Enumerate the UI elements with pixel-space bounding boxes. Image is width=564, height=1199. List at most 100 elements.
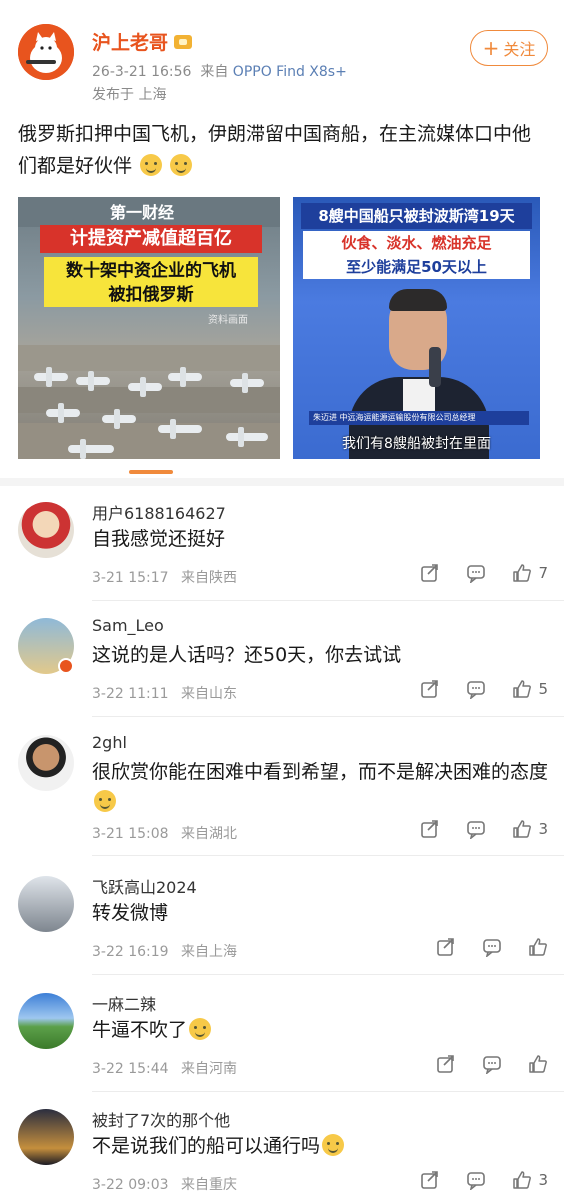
thumbs-up-icon <box>529 1055 547 1073</box>
comment-icon[interactable] <box>466 679 486 699</box>
share-icon[interactable] <box>436 937 456 957</box>
comment-actions: 3 <box>420 1170 548 1190</box>
comment-text: 这说的是人话吗？还50天，你去试试 <box>92 644 402 666</box>
image-headline: 数十架中资企业的飞机 被扣俄罗斯 <box>44 257 258 307</box>
comment-icon[interactable] <box>482 1054 502 1074</box>
image-headline-line1: 数十架中资企业的飞机 <box>66 261 236 281</box>
comment-item[interactable]: 被封了7次的那个他 不是说我们的船可以通行吗 3-22 09:03 来自重庆 3 <box>0 1101 564 1199</box>
author-avatar[interactable] <box>18 24 74 80</box>
comment-meta: 3-22 16:19 来自上海 <box>92 941 237 961</box>
like-count: 3 <box>538 1171 548 1189</box>
like-button[interactable]: 7 <box>512 563 548 583</box>
airplane <box>46 403 80 423</box>
airplane <box>34 367 68 387</box>
comment-actions <box>436 937 548 957</box>
comment-item[interactable]: 飞跃高山2024 转发微博 3-22 16:19 来自上海 <box>0 868 564 984</box>
post-time: 26-3-21 16:56 <box>92 64 192 80</box>
comment-item[interactable]: Sam_Leo 这说的是人话吗？还50天，你去试试 3-22 11:11 来自山东 5 <box>0 610 564 726</box>
laugh-emoji-icon <box>189 1018 212 1040</box>
airplane <box>158 419 202 439</box>
comment-meta: 3-22 11:11 来自山东 <box>92 683 237 703</box>
comment-icon[interactable] <box>466 819 486 839</box>
comment-time: 3-21 15:08 <box>92 826 169 842</box>
image-pager-indicator <box>129 470 173 474</box>
share-icon[interactable] <box>436 1054 456 1074</box>
like-button[interactable]: 3 <box>512 1170 548 1190</box>
comment-icon[interactable] <box>482 937 502 957</box>
comment-icon[interactable] <box>466 563 486 583</box>
commenter-avatar[interactable] <box>18 735 74 791</box>
author-name[interactable]: 沪上老哥 <box>92 28 193 55</box>
image2-subtitle: 我们有8艘船被封在里面 <box>342 436 491 452</box>
follow-label: 关注 <box>503 40 536 59</box>
like-button[interactable]: 5 <box>512 679 548 699</box>
thumbs-up-icon <box>513 1171 532 1189</box>
commenter-avatar[interactable] <box>18 502 74 558</box>
laugh-emoji-icon <box>94 790 116 812</box>
commenter-avatar[interactable] <box>18 993 74 1049</box>
comment-time: 3-22 09:03 <box>92 1177 169 1193</box>
comment-item[interactable]: 2ghl 很欣赏你能在困难中看到希望，而不是解决困难的态度 3-21 15:08 来… <box>0 727 564 856</box>
comment-divider <box>92 600 564 601</box>
share-icon[interactable] <box>420 563 440 583</box>
like-count: 3 <box>538 820 548 838</box>
shrug-emoji-icon <box>170 154 193 176</box>
thumbs-up-icon <box>513 564 532 582</box>
thumbs-up-icon <box>513 820 532 838</box>
image-banner-red: 计提资产减值超百亿 <box>40 225 262 253</box>
comment-location: 来自上海 <box>176 944 238 960</box>
airplane <box>68 439 114 459</box>
like-button[interactable] <box>528 937 548 957</box>
comment-meta: 3-22 15:44 来自河南 <box>92 1058 237 1078</box>
speaker-hair <box>389 289 447 311</box>
post-location: 发布于 上海 <box>92 87 167 103</box>
commenter-name[interactable]: 被封了7次的那个他 <box>92 1107 230 1131</box>
like-button[interactable]: 3 <box>512 819 548 839</box>
like-count: 7 <box>538 564 548 582</box>
comment-meta: 3-21 15:17 来自陕西 <box>92 567 237 587</box>
comment-actions: 7 <box>420 563 548 583</box>
share-icon[interactable] <box>420 819 440 839</box>
post-body: 俄罗斯扣押中国飞机，伊朗滞留中国商船，在主流媒体口中他们都是好伙伴 <box>18 118 548 182</box>
share-icon[interactable] <box>420 679 440 699</box>
comment-text: 不是说我们的船可以通行吗 <box>92 1131 552 1161</box>
comment-meta: 3-22 09:03 来自重庆 <box>92 1174 237 1194</box>
comment-item[interactable]: 一麻二辣 牛逼不吹了 3-22 15:44 来自河南 <box>0 985 564 1101</box>
commenter-name[interactable]: 一麻二辣 <box>92 991 156 1015</box>
airplane <box>102 409 136 429</box>
comment-actions <box>436 1054 548 1074</box>
commenter-name[interactable]: 2ghl <box>92 733 127 752</box>
comment-actions: 5 <box>420 679 548 699</box>
image-headline-line2: 被扣俄罗斯 <box>108 285 194 305</box>
laugh-emoji-icon <box>322 1134 345 1156</box>
comment-meta: 3-21 15:08 来自湖北 <box>92 823 237 843</box>
comment-time: 3-22 11:11 <box>92 686 169 702</box>
post-image-2[interactable]: 8艘中国船只被封波斯湾19天 伙食、淡水、燃油充足 至少能满足50天以上 朱迈进… <box>293 197 540 459</box>
commenter-avatar[interactable] <box>18 1109 74 1165</box>
thumbs-up-icon <box>529 938 547 956</box>
comment-time: 3-21 15:17 <box>92 570 169 586</box>
commenter-name[interactable]: 用户6188164627 <box>92 500 226 524</box>
comment-location: 来自湖北 <box>176 826 238 842</box>
share-icon[interactable] <box>420 1170 440 1190</box>
post-device[interactable]: OPPO Find X8s+ <box>233 64 347 80</box>
like-button[interactable] <box>528 1054 548 1074</box>
post-meta: 26-3-21 16:56 来自 OPPO Find X8s+ <box>92 61 347 81</box>
comment-text: 转发微博 <box>92 902 169 924</box>
comment-location: 来自山东 <box>176 686 238 702</box>
comment-location: 来自河南 <box>176 1061 238 1077</box>
commenter-avatar[interactable] <box>18 876 74 932</box>
commenter-name[interactable]: Sam_Leo <box>92 616 164 635</box>
runway <box>18 345 280 371</box>
comment-location: 来自重庆 <box>176 1177 238 1193</box>
vip-crown-icon <box>174 34 193 49</box>
comment-text: 牛逼不吹了 <box>92 1015 552 1045</box>
commenter-name[interactable]: 飞跃高山2024 <box>92 874 197 898</box>
comment-item[interactable]: 用户6188164627 自我感觉还挺好 3-21 15:17 来自陕西 7 <box>0 494 564 610</box>
comment-actions: 3 <box>420 819 548 839</box>
author-name-text[interactable]: 沪上老哥 <box>92 28 168 55</box>
comment-icon[interactable] <box>466 1170 486 1190</box>
post-source-prefix: 来自 <box>200 64 229 80</box>
follow-button[interactable]: + 关注 <box>470 30 548 66</box>
post-image-1[interactable]: 第一财经 计提资产减值超百亿 数十架中资企业的飞机 被扣俄罗斯 资料画面 <box>18 197 280 459</box>
